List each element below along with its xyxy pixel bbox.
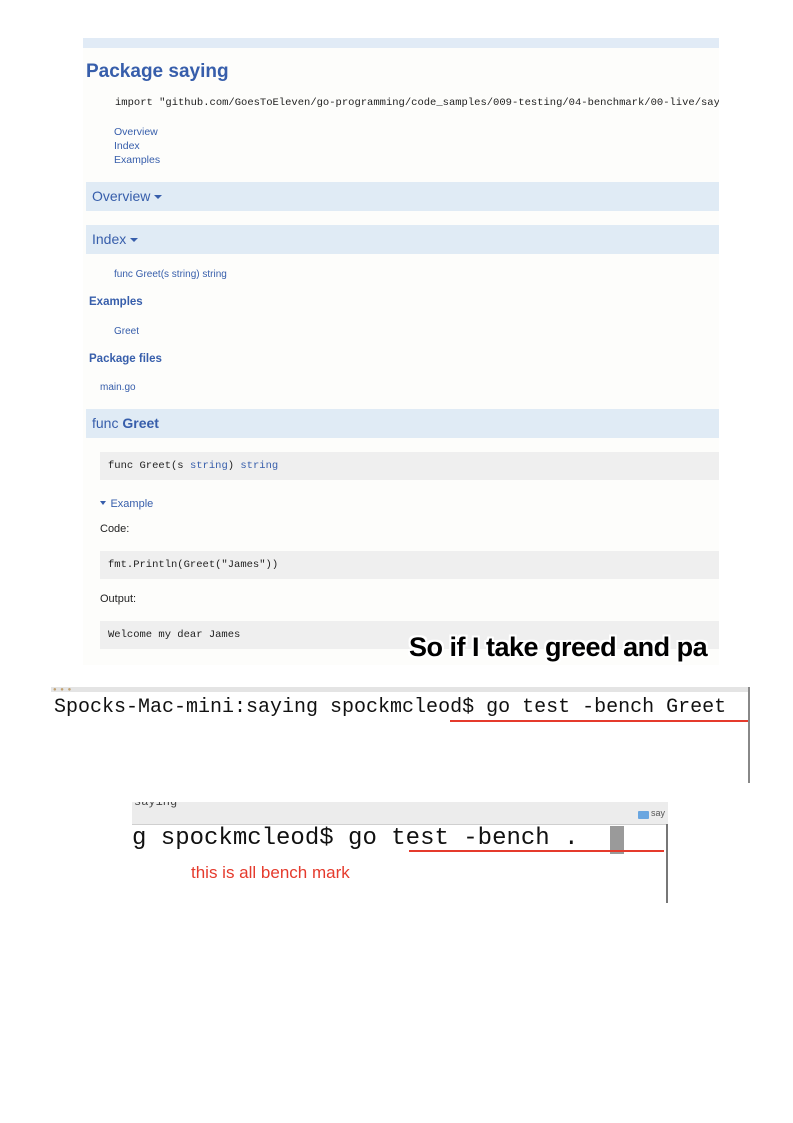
caret-down-icon — [100, 500, 106, 505]
section-index[interactable]: Index — [86, 225, 719, 254]
example-code: fmt.Println(Greet("James")) — [100, 551, 719, 579]
window-edge — [748, 687, 750, 783]
terminal-command-go: go — [348, 825, 377, 852]
terminal-prompt: g spockmcleod$ — [132, 825, 334, 852]
nav-link-examples[interactable]: Examples — [114, 154, 160, 166]
examples-heading: Examples — [89, 296, 143, 308]
section-index-label: Index — [92, 231, 127, 247]
section-func-greet: func Greet — [86, 409, 719, 438]
func-heading-name: Greet — [122, 415, 159, 431]
example-greet-link[interactable]: Greet — [114, 326, 139, 337]
index-func-greet-link[interactable]: func Greet(s string) string — [114, 269, 227, 280]
godoc-page: Package saying import "github.com/GoesTo… — [83, 38, 719, 665]
code-label: Code: — [100, 523, 130, 535]
terminal-command-line: Spocks-Mac-mini:saying spockmcleod$ go t… — [54, 696, 726, 719]
section-overview-label: Overview — [92, 188, 151, 204]
import-path: import "github.com/GoesToEleven/go-progr… — [115, 97, 719, 109]
signature-param-type: string — [189, 460, 228, 472]
terminal-prompt: Spocks-Mac-mini:saying spockmcleod$ — [54, 696, 475, 719]
output-label: Output: — [100, 593, 137, 605]
caret-down-icon — [130, 238, 139, 243]
video-caption: So if I take greed and pa — [409, 632, 708, 662]
example-toggle-label: Example — [110, 498, 154, 510]
terminal-tab-bar: saying say — [132, 802, 668, 825]
signature-close: ) — [227, 460, 235, 472]
page-title: Package saying — [86, 61, 229, 82]
signature-prefix: func Greet(s — [108, 460, 184, 472]
func-heading-prefix: func — [92, 415, 119, 431]
nav-link-index[interactable]: Index — [114, 140, 140, 152]
annotation-underline — [409, 850, 664, 852]
package-files-heading: Package files — [89, 353, 162, 365]
signature-return-type: string — [240, 460, 279, 472]
func-signature: func Greet(s string) string — [100, 452, 719, 480]
folder-icon — [638, 811, 649, 819]
terminal-titlebar — [51, 687, 750, 692]
terminal-command[interactable]: go test -bench Greet — [486, 696, 726, 719]
tab-title: saying — [134, 802, 178, 809]
example-toggle[interactable]: Example — [100, 494, 153, 512]
tab-label[interactable]: say — [651, 808, 665, 818]
nav-link-overview[interactable]: Overview — [114, 126, 158, 138]
window-buttons-icon: ● ● ● — [53, 687, 73, 693]
section-overview[interactable]: Overview — [86, 182, 719, 211]
annotation-underline — [450, 720, 748, 722]
annotation-note: this is all bench mark — [191, 863, 350, 882]
terminal-command-line: g spockmcleod$ go test -bench . — [132, 825, 579, 852]
caret-down-icon — [154, 195, 163, 200]
top-bar — [83, 38, 719, 48]
terminal-window-1: ● ● ● Spocks-Mac-mini:saying spockmcleod… — [51, 687, 750, 783]
window-edge — [666, 824, 668, 903]
terminal-window-2: saying say g spockmcleod$ go test -bench… — [132, 802, 668, 903]
terminal-command[interactable]: test -bench . — [391, 825, 578, 852]
file-link-main-go[interactable]: main.go — [100, 382, 136, 393]
